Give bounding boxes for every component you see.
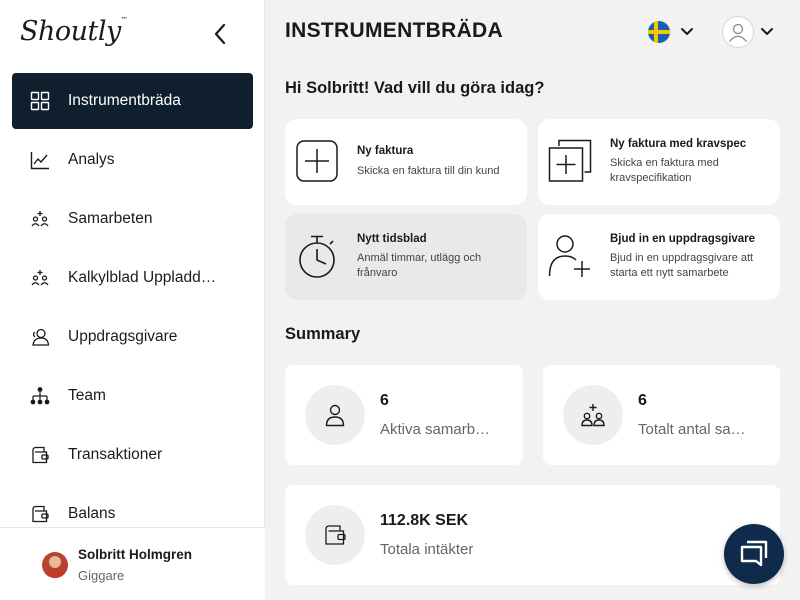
stat-card-total-revenue[interactable]: 112.8K SEK Totala intäkter [285, 485, 780, 585]
sidebar-item-transaktioner[interactable]: Transaktioner [12, 427, 253, 483]
sidebar-item-label: Balans [68, 505, 116, 522]
sidebar: Shoutly™ Instrumentbräda Analys Samarbet… [0, 0, 265, 600]
chat-support-button[interactable] [724, 524, 784, 584]
collapse-sidebar-button[interactable] [206, 20, 234, 48]
sidebar-item-label: Analys [68, 151, 115, 168]
chart-icon [30, 150, 50, 170]
stat-card-total-collaborations[interactable]: 6 Totalt antal sa… [543, 365, 780, 465]
stopwatch-icon [295, 234, 339, 278]
action-title: Bjud in en uppdragsgivare [610, 233, 756, 245]
action-description: Bjud in en uppdragsgivare att starta ett… [610, 252, 754, 279]
logo-trademark: ™ [120, 16, 128, 24]
action-description: Skicka en faktura till din kund [357, 165, 500, 177]
sidebar-item-label: Samarbeten [68, 210, 153, 227]
stat-value: 6 [380, 392, 389, 409]
logo-text: Shoutly [20, 16, 121, 47]
stat-value: 112.8K SEK [380, 512, 469, 529]
sidebar-item-label: Instrumentbräda [68, 92, 181, 109]
chevron-down-icon [681, 28, 693, 35]
wallet-icon [30, 445, 50, 465]
stat-card-active-collaborations[interactable]: 6 Aktiva samarb… [285, 365, 523, 465]
wallet-icon [305, 505, 365, 565]
user-profile-footer[interactable]: Solbritt Holmgren Giggare [0, 527, 265, 600]
summary-title: Summary [285, 325, 361, 343]
sidebar-item-samarbeten[interactable]: Samarbeten [12, 191, 253, 247]
people-plus-icon [30, 209, 50, 229]
sidebar-item-kalkylblad[interactable]: Kalkylblad Uppladd… [12, 250, 253, 306]
user-avatar-icon [722, 16, 754, 48]
people-plus-icon [30, 268, 50, 288]
org-chart-icon [30, 386, 50, 406]
sidebar-item-label: Transaktioner [68, 446, 163, 463]
language-selector[interactable] [648, 21, 694, 43]
logo[interactable]: Shoutly™ [20, 16, 128, 47]
swedish-flag-icon [648, 21, 670, 43]
user-name: Solbritt Holmgren [78, 547, 192, 562]
page-title: INSTRUMENTBRÄDA [285, 19, 503, 42]
grid-icon [30, 91, 50, 111]
plus-box-icon [295, 139, 339, 183]
stacked-plus-icon [548, 139, 592, 183]
client-icon [30, 327, 50, 347]
new-invoice-spec-card[interactable]: Ny faktura med kravspec Skicka en faktur… [538, 119, 780, 205]
sidebar-item-label: Kalkylblad Uppladd… [68, 269, 217, 286]
sidebar-item-label: Uppdragsgivare [68, 328, 178, 345]
stat-value: 6 [638, 392, 647, 409]
new-timesheet-card[interactable]: Nytt tidsblad Anmäl timmar, utlägg och f… [285, 214, 527, 300]
sidebar-item-uppdragsgivare[interactable]: Uppdragsgivare [12, 309, 253, 365]
person-icon [305, 385, 365, 445]
chat-bubble-icon [740, 540, 768, 567]
action-title: Ny faktura [357, 145, 414, 157]
profile-menu-button[interactable] [722, 16, 774, 48]
sidebar-item-label: Team [68, 387, 106, 404]
chevron-left-icon [214, 23, 226, 45]
new-invoice-card[interactable]: Ny faktura Skicka en faktura till din ku… [285, 119, 527, 205]
action-description: Anmäl timmar, utlägg och frånvaro [357, 252, 482, 279]
stat-label: Totalt antal sa… [638, 421, 746, 438]
action-description: Skicka en faktura med kravspecifikation [610, 157, 719, 184]
stat-label: Aktiva samarb… [380, 421, 491, 438]
sidebar-item-instrumentbrada[interactable]: Instrumentbräda [12, 73, 253, 129]
greeting: Hi Solbritt! Vad vill du göra idag? [285, 79, 545, 97]
action-title: Ny faktura med kravspec [610, 138, 747, 150]
sidebar-item-team[interactable]: Team [12, 368, 253, 424]
invite-client-card[interactable]: Bjud in en uppdragsgivare Bjud in en upp… [538, 214, 780, 300]
sidebar-nav: Instrumentbräda Analys Samarbeten Kalkyl… [12, 73, 253, 545]
action-title: Nytt tidsblad [357, 233, 427, 245]
avatar [42, 552, 68, 578]
sidebar-item-analys[interactable]: Analys [12, 132, 253, 188]
wallet-icon [30, 504, 50, 524]
people-plus-icon [563, 385, 623, 445]
stat-label: Totala intäkter [380, 541, 474, 558]
user-role: Giggare [78, 568, 125, 583]
add-person-icon [548, 234, 592, 278]
chevron-down-icon [761, 28, 773, 35]
